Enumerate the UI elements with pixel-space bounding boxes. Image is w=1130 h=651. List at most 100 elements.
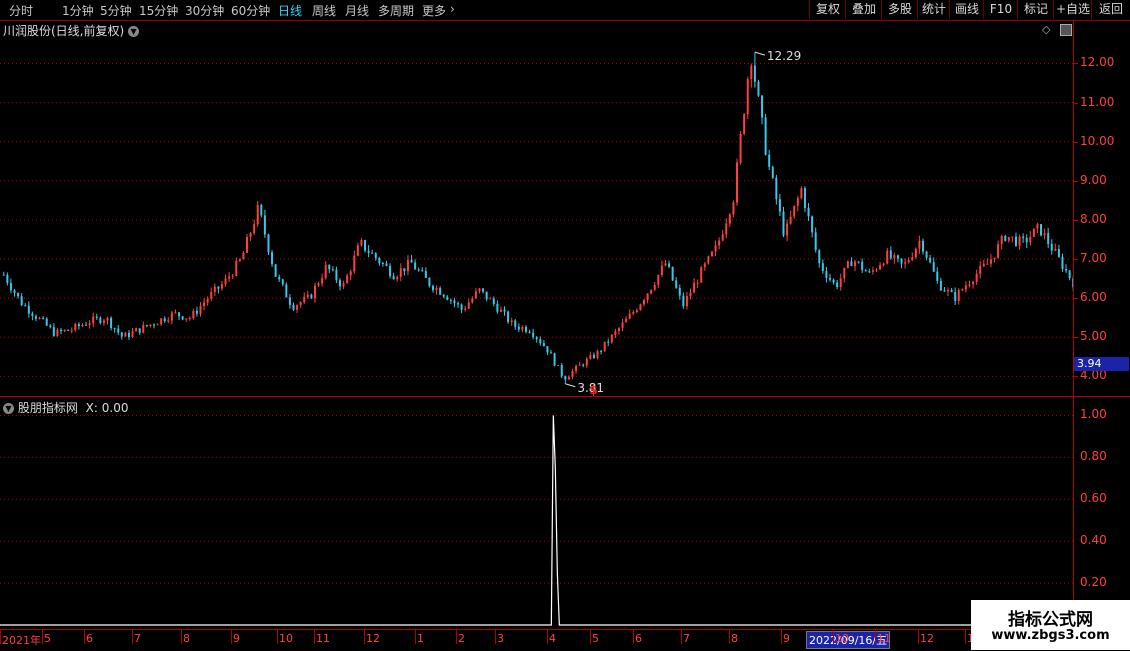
date-axis-tick	[132, 630, 133, 644]
candle-body	[811, 216, 814, 233]
chevron-right-icon[interactable]: ›	[450, 2, 455, 16]
period-tab-30min[interactable]: 30分钟	[185, 2, 224, 19]
candle-body	[374, 253, 377, 259]
candle-body	[539, 339, 542, 344]
candle-body	[292, 304, 295, 310]
candle-body	[199, 306, 202, 314]
candle-body	[553, 353, 556, 366]
date-axis-label: 4	[549, 632, 556, 645]
candle-body	[321, 278, 324, 284]
candle-body	[728, 214, 731, 224]
period-tab-more[interactable]: 更多	[422, 2, 446, 19]
date-axis-label: 11	[877, 632, 891, 645]
candle-body	[886, 250, 889, 264]
date-axis-tick	[231, 630, 232, 644]
candle-body	[131, 331, 134, 338]
candle-body	[879, 265, 882, 270]
candle-body	[228, 276, 231, 279]
period-tab-15min[interactable]: 15分钟	[139, 2, 178, 19]
candle-body	[2, 274, 5, 276]
candle-body	[135, 328, 138, 332]
candle-body	[950, 289, 953, 292]
candle-body	[253, 224, 256, 233]
period-tab-multi[interactable]: 多周期	[378, 2, 414, 19]
candle-body	[882, 263, 885, 266]
date-axis-tick	[875, 630, 876, 644]
f10-button[interactable]: F10	[983, 0, 1018, 19]
fuquan-button[interactable]: 复权	[809, 0, 846, 19]
candle-body	[997, 244, 1000, 258]
candle-body	[421, 270, 424, 272]
period-tab-1min[interactable]: 1分钟	[62, 2, 94, 19]
date-axis-label: 11	[316, 632, 330, 645]
candle-body	[696, 282, 699, 284]
candle-body	[639, 304, 642, 311]
candle-body	[507, 311, 510, 323]
candle-body	[267, 234, 270, 253]
watermark-url: www.zbgs3.com	[991, 628, 1110, 643]
candle-body	[296, 305, 299, 310]
candle-body	[585, 358, 588, 366]
date-axis-label: 2	[458, 632, 465, 645]
add-watchlist-button[interactable]: +自选	[1053, 0, 1092, 19]
candle-body	[410, 259, 413, 263]
period-tab-60min[interactable]: 60分钟	[231, 2, 270, 19]
candle-body	[753, 65, 756, 82]
candle-body	[138, 328, 141, 333]
candle-body	[70, 330, 73, 332]
back-button[interactable]: 返回	[1091, 0, 1130, 19]
candle-body	[396, 276, 399, 280]
candle-body	[1047, 233, 1050, 244]
candle-body	[850, 261, 853, 267]
candle-body	[700, 267, 703, 283]
statistics-button[interactable]: 统计	[917, 0, 950, 19]
candle-body	[117, 328, 120, 333]
period-tab-weekly[interactable]: 周线	[312, 2, 336, 19]
candle-body	[675, 280, 678, 288]
date-axis-label: 8	[183, 632, 190, 645]
candle-body	[925, 251, 928, 258]
indicator-tick-label: 0.60	[1080, 491, 1107, 506]
indicator-chart[interactable]	[0, 397, 1073, 627]
candle-body	[213, 286, 216, 292]
period-tab-fenshi[interactable]: 分时	[9, 2, 33, 19]
candle-body	[1050, 243, 1053, 251]
candle-body	[1061, 256, 1064, 269]
candle-body	[63, 329, 66, 332]
candle-body	[385, 263, 388, 266]
price-tick-label: 7.00	[1080, 251, 1107, 266]
period-tab-5min[interactable]: 5分钟	[100, 2, 132, 19]
candle-body	[102, 320, 105, 323]
candle-body	[671, 266, 674, 281]
candle-body	[575, 365, 578, 372]
period-tab-monthly[interactable]: 月线	[345, 2, 369, 19]
candle-body	[521, 326, 524, 330]
candle-body	[836, 282, 839, 288]
date-axis-tick	[781, 630, 782, 644]
candle-body	[446, 296, 449, 300]
candle-body	[174, 312, 177, 314]
candle-body	[743, 114, 746, 134]
multi-stock-button[interactable]: 多股	[881, 0, 918, 19]
candle-body	[127, 332, 130, 338]
candle-body	[582, 364, 585, 366]
candle-body	[732, 202, 735, 215]
candle-body	[399, 268, 402, 277]
candle-body	[904, 262, 907, 264]
candle-body	[192, 310, 195, 319]
date-axis-label: 10	[279, 632, 293, 645]
candle-body	[496, 303, 499, 312]
date-axis-label: 7	[134, 632, 141, 645]
price-tick-mark	[1074, 219, 1078, 221]
candle-body	[31, 313, 34, 317]
candle-body	[972, 281, 975, 285]
candle-body	[303, 296, 306, 303]
candlestick-chart[interactable]: 12.293.81$	[0, 20, 1073, 396]
overlay-button[interactable]: 叠加	[845, 0, 882, 19]
candle-body	[957, 289, 960, 301]
mark-button[interactable]: 标记	[1017, 0, 1054, 19]
period-tab-daily[interactable]: 日线	[278, 2, 302, 19]
draw-line-button[interactable]: 画线	[949, 0, 984, 19]
candle-body	[34, 316, 37, 319]
candle-body	[968, 284, 971, 286]
